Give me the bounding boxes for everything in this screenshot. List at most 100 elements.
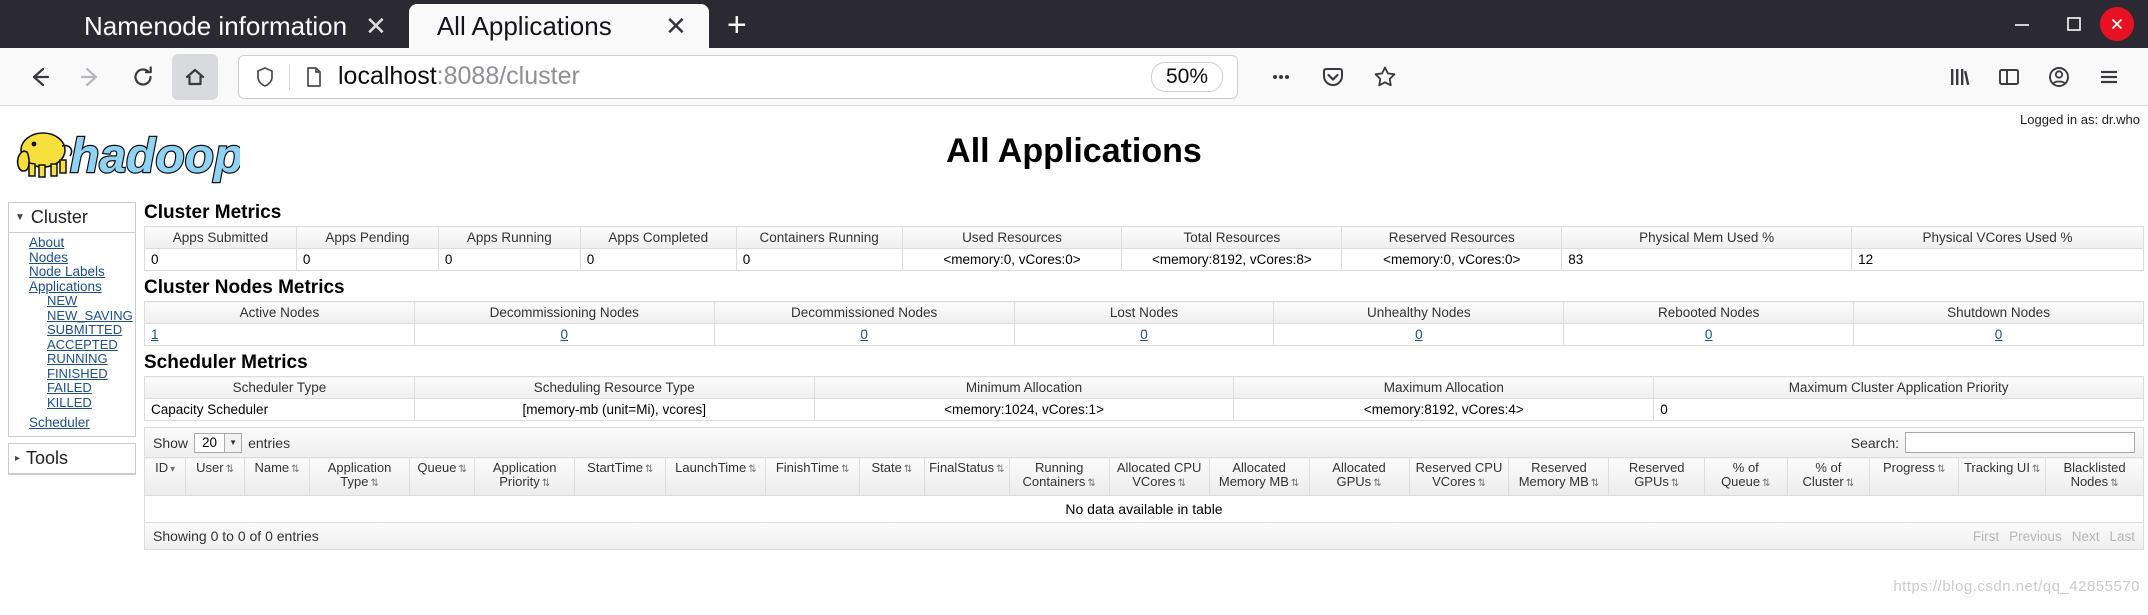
th-percent-of-cluster[interactable]: % of Cluster ⇅ — [1786, 457, 1871, 496]
menu-icon[interactable] — [2086, 54, 2132, 100]
page-actions-button[interactable] — [1258, 54, 1304, 100]
sidebar-item-new[interactable]: NEW — [47, 293, 135, 309]
link-decommissioning-nodes[interactable]: 0 — [561, 327, 569, 342]
th-reserved-cpu-vcores[interactable]: Reserved CPU VCores ⇅ — [1408, 457, 1510, 496]
account-icon[interactable] — [2036, 54, 2082, 100]
sidebar-item-about[interactable]: About — [29, 235, 135, 251]
sidebar-tools-box: ▸ Tools — [8, 442, 136, 475]
th-running-containers[interactable]: Running Containers ⇅ — [1008, 457, 1110, 496]
th-launchtime[interactable]: LaunchTime ⇅ — [665, 457, 767, 496]
link-active-nodes[interactable]: 1 — [151, 327, 159, 342]
tab-all-applications[interactable]: All Applications ✕ — [408, 4, 709, 48]
entries-select[interactable]: 20 ▼ — [194, 432, 243, 453]
page-next-button[interactable]: Next — [2072, 529, 2100, 544]
th-name[interactable]: Name ⇅ — [243, 457, 311, 496]
th-allocated-memory-mb[interactable]: Allocated Memory MB ⇅ — [1208, 457, 1310, 496]
show-label: Show — [153, 434, 189, 451]
sort-icon: ⇅ — [370, 478, 379, 489]
sidebar-item-new-saving[interactable]: NEW_SAVING — [47, 308, 135, 324]
link-shutdown-nodes[interactable]: 0 — [1995, 327, 2003, 342]
maximize-button[interactable] — [2048, 0, 2100, 48]
sidebar-item-node-labels[interactable]: Node Labels — [29, 264, 135, 280]
url-text[interactable]: localhost:8088/cluster — [338, 62, 1139, 91]
sidebar-item-running[interactable]: RUNNING — [47, 351, 135, 367]
th-label: Application Type — [327, 460, 392, 489]
sidebar-icon[interactable] — [1986, 54, 2032, 100]
link-rebooted-nodes[interactable]: 0 — [1705, 327, 1713, 342]
scheduler-metrics-table: Scheduler Type Scheduling Resource Type … — [144, 376, 2144, 421]
page-previous-button[interactable]: Previous — [2009, 529, 2062, 544]
th-label: State — [871, 460, 902, 475]
page-first-button[interactable]: First — [1973, 529, 1999, 544]
th-percent-of-queue[interactable]: % of Queue ⇅ — [1704, 457, 1788, 496]
sidebar-item-applications[interactable]: Applications — [29, 279, 135, 295]
sidebar-item-killed[interactable]: KILLED — [47, 395, 135, 411]
browser-window: Namenode information ✕ All Applications … — [0, 0, 2148, 615]
link-lost-nodes[interactable]: 0 — [1140, 327, 1148, 342]
pocket-icon[interactable] — [1310, 54, 1356, 100]
sidebar-item-nodes[interactable]: Nodes — [29, 250, 135, 266]
new-tab-button[interactable]: + — [709, 8, 765, 42]
address-bar[interactable]: localhost:8088/cluster 50% — [238, 54, 1238, 99]
link-decommissioned-nodes[interactable]: 0 — [860, 327, 868, 342]
th-label: LaunchTime — [675, 460, 747, 475]
th-allocated-cpu-vcores[interactable]: Allocated CPU VCores ⇅ — [1108, 457, 1210, 496]
caret-down-icon[interactable]: ▼ — [15, 212, 25, 223]
sidebar-item-accepted[interactable]: ACCEPTED — [47, 337, 135, 353]
th-starttime[interactable]: StartTime ⇅ — [574, 457, 667, 496]
back-button[interactable] — [16, 54, 62, 100]
th-apps-pending: Apps Pending — [295, 226, 439, 249]
th-tracking-ui[interactable]: Tracking UI ⇅ — [1958, 457, 2047, 496]
applications-empty-message: No data available in table — [144, 496, 2144, 523]
th-finalstatus[interactable]: FinalStatus ⇅ — [923, 457, 1010, 496]
sidebar-item-failed[interactable]: FAILED — [47, 380, 135, 396]
th-queue[interactable]: Queue ⇅ — [409, 457, 476, 496]
close-icon[interactable]: ✕ — [659, 13, 693, 39]
sidebar-cluster-header[interactable]: ▼ Cluster — [9, 203, 135, 233]
sidebar-tools-header[interactable]: ▸ Tools — [9, 444, 135, 474]
shield-icon[interactable] — [253, 65, 277, 89]
th-shutdown-nodes: Shutdown Nodes — [1853, 301, 2144, 324]
zoom-level-badge[interactable]: 50% — [1150, 61, 1223, 92]
caret-right-icon[interactable]: ▸ — [15, 453, 20, 464]
bookmark-star-icon[interactable] — [1362, 54, 1408, 100]
th-label: Reserved Memory MB — [1518, 460, 1589, 489]
th-reserved-memory-mb[interactable]: Reserved Memory MB ⇅ — [1508, 457, 1610, 496]
minimize-button[interactable] — [1996, 0, 2048, 48]
td-apps-completed: 0 — [579, 248, 737, 271]
reload-button[interactable] — [120, 54, 166, 100]
th-allocated-gpus[interactable]: Allocated GPUs ⇅ — [1308, 457, 1410, 496]
sort-icon: ⇅ — [748, 464, 757, 475]
th-scheduler-type: Scheduler Type — [144, 376, 415, 399]
th-scheduling-resource-type: Scheduling Resource Type — [413, 376, 815, 399]
window-close-button[interactable] — [2100, 7, 2134, 41]
link-unhealthy-nodes[interactable]: 0 — [1415, 327, 1423, 342]
hadoop-logo[interactable]: hadoop — [10, 120, 240, 190]
sidebar-item-scheduler[interactable]: Scheduler — [29, 415, 135, 431]
tab-namenode-information[interactable]: Namenode information ✕ — [56, 4, 409, 48]
page-icon[interactable] — [302, 65, 326, 89]
th-state[interactable]: State ⇅ — [858, 457, 925, 496]
sidebar-item-finished[interactable]: FINISHED — [47, 366, 135, 382]
close-icon[interactable]: ✕ — [359, 13, 393, 39]
th-progress[interactable]: Progress ⇅ — [1869, 457, 1960, 496]
scheduler-metrics-header-row: Scheduler Type Scheduling Resource Type … — [144, 376, 2144, 399]
cluster-nodes-metrics-table: Active Nodes Decommissioning Nodes Decom… — [144, 301, 2144, 346]
th-application-type[interactable]: Application Type ⇅ — [309, 457, 411, 496]
page-last-button[interactable]: Last — [2109, 529, 2135, 544]
forward-button[interactable] — [68, 54, 114, 100]
th-user[interactable]: User ⇅ — [185, 457, 245, 496]
library-icon[interactable] — [1936, 54, 1982, 100]
th-blacklisted-nodes[interactable]: Blacklisted Nodes ⇅ — [2045, 457, 2144, 496]
search-label: Search: — [1850, 434, 1899, 451]
th-finishtime[interactable]: FinishTime ⇅ — [765, 457, 860, 496]
search-input[interactable] — [1905, 432, 2135, 453]
th-application-priority[interactable]: Application Priority ⇅ — [474, 457, 576, 496]
th-label: Name — [254, 460, 290, 475]
th-reserved-gpus[interactable]: Reserved GPUs ⇅ — [1608, 457, 1706, 496]
th-id[interactable]: ID ▾ — [143, 457, 187, 496]
th-total-resources: Total Resources — [1121, 226, 1343, 249]
sidebar-item-submitted[interactable]: SUBMITTED — [47, 322, 135, 338]
chevron-down-icon[interactable]: ▼ — [224, 433, 242, 452]
home-button[interactable] — [172, 53, 218, 100]
